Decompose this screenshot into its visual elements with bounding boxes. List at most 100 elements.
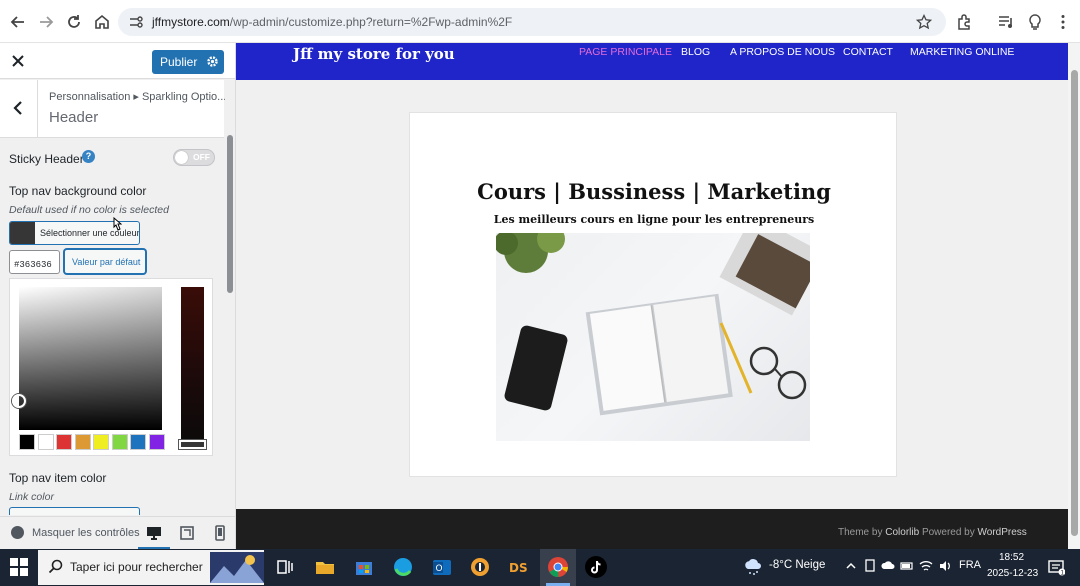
volume-icon[interactable] [938, 559, 952, 573]
toggle-knob [175, 151, 188, 164]
close-icon[interactable] [10, 53, 26, 69]
palette-swatch[interactable] [130, 434, 146, 450]
nav-a-propos[interactable]: A PROPOS DE NOUS [730, 46, 835, 58]
palette-swatch[interactable] [19, 434, 35, 450]
panel-scroll-thumb[interactable] [227, 135, 233, 293]
weather-text[interactable]: -8°C Neige [769, 559, 825, 571]
search-highlight-image-icon [210, 552, 264, 583]
site-footer: Theme by Colorlib Powered by WordPress [236, 509, 1068, 549]
nav-blog[interactable]: BLOG [681, 46, 710, 58]
url-path: /wp-admin/customize.php?return=%2Fwp-adm… [229, 15, 513, 29]
customizer-panel: Publier Personnalisation ▸ Sparkling Opt… [0, 43, 236, 549]
nav-marketing-online[interactable]: MARKETING ONLINE [910, 46, 1014, 58]
default-color-button[interactable]: Valeur par défaut [64, 249, 146, 274]
tiktok-icon[interactable] [584, 555, 608, 579]
microsoft-store-icon[interactable] [352, 555, 376, 579]
ds-app-icon[interactable]: DS [507, 555, 531, 579]
footer-credit: Theme by Colorlib Powered by WordPress [838, 527, 1027, 538]
vpn-app-icon[interactable] [468, 555, 492, 579]
sticky-header-toggle[interactable]: OFF [173, 149, 215, 166]
footer-wordpress-link[interactable]: WordPress [978, 527, 1027, 538]
clock-date[interactable]: 2025-12-23 [987, 568, 1038, 579]
hero-title: Cours | Bussiness | Marketing [477, 179, 831, 204]
collapse-icon[interactable] [11, 526, 24, 539]
cloud-sync-icon[interactable] [881, 559, 895, 573]
toggle-state-text: OFF [193, 152, 210, 162]
bookmark-star-icon[interactable] [916, 14, 932, 30]
content-card: Cours | Bussiness | Marketing Les meille… [409, 112, 897, 477]
collapse-controls-label[interactable]: Masquer les contrôles [32, 527, 140, 539]
clock-time[interactable]: 18:52 [999, 552, 1024, 563]
url-text: jffmystore.com/wp-admin/customize.php?re… [152, 15, 512, 29]
palette-swatch[interactable] [148, 434, 165, 450]
battery-icon[interactable] [900, 559, 914, 573]
footer-colorlib-link[interactable]: Colorlib [885, 527, 919, 538]
publish-button[interactable]: Publier [152, 50, 224, 74]
back-arrow-icon[interactable] [8, 12, 28, 32]
svg-text:1: 1 [1060, 569, 1064, 576]
palette-swatch[interactable] [37, 434, 54, 450]
device-tray-icon[interactable] [863, 559, 877, 573]
color-picker [9, 278, 213, 456]
task-view-icon[interactable] [273, 555, 297, 579]
reload-icon[interactable] [64, 12, 84, 32]
lightbulb-icon[interactable] [1025, 12, 1045, 32]
customizer-footer: Masquer les contrôles [0, 516, 235, 549]
hue-handle[interactable] [179, 440, 206, 449]
mobile-preview-icon[interactable] [212, 525, 228, 541]
palette-swatch[interactable] [74, 434, 91, 450]
site-header: Jff my store for you PAGE PRINCIPALE BLO… [236, 43, 1068, 80]
site-preview: Jff my store for you PAGE PRINCIPALE BLO… [236, 43, 1068, 549]
home-icon[interactable] [92, 12, 112, 32]
palette-swatch[interactable] [93, 434, 109, 450]
tablet-preview-icon[interactable] [179, 525, 195, 541]
top-nav-item-description: Link color [9, 491, 54, 503]
media-controls-icon[interactable] [996, 12, 1016, 32]
forward-arrow-icon[interactable] [36, 12, 56, 32]
back-button[interactable] [0, 80, 38, 138]
footer-middle: Powered by [921, 527, 975, 538]
customizer-header: Publier [0, 43, 235, 79]
language-indicator[interactable]: FRA [959, 559, 981, 571]
wifi-icon[interactable] [919, 559, 933, 573]
site-info-icon[interactable] [128, 15, 144, 29]
file-explorer-icon[interactable] [313, 555, 337, 579]
footer-prefix: Theme by [838, 527, 883, 538]
edge-browser-icon[interactable] [391, 555, 415, 579]
svg-text:DS: DS [509, 561, 528, 575]
select-color-label: Sélectionner une couleur [40, 228, 140, 238]
hero-image [496, 233, 810, 441]
gear-icon[interactable] [206, 55, 219, 68]
hero-subtitle: Les meilleurs cours en ligne pour les en… [493, 213, 815, 226]
nav-contact[interactable]: CONTACT [843, 46, 893, 58]
url-host: jffmystore.com [152, 15, 230, 29]
notification-icon[interactable]: 1 [1047, 558, 1065, 576]
extensions-icon[interactable] [955, 12, 975, 32]
search-placeholder: Taper ici pour rechercher [70, 560, 203, 574]
saturation-value-square[interactable] [19, 287, 162, 430]
outlook-icon[interactable]: O [430, 555, 454, 579]
browser-toolbar: jffmystore.com/wp-admin/customize.php?re… [0, 0, 1080, 43]
taskbar-search-box[interactable]: Taper ici pour rechercher [38, 550, 264, 585]
mouse-cursor-icon [110, 217, 122, 233]
chrome-icon[interactable] [546, 555, 570, 579]
help-icon[interactable]: ? [82, 150, 95, 163]
windows-start-icon[interactable] [10, 558, 28, 576]
more-menu-icon[interactable] [1053, 12, 1073, 32]
palette-swatch[interactable] [56, 434, 72, 450]
link-color-button[interactable] [9, 507, 140, 515]
section-header: Personnalisation ▸ Sparkling Optio... He… [0, 80, 226, 138]
saturation-handle[interactable] [12, 394, 26, 408]
palette-swatch[interactable] [111, 434, 128, 450]
weather-snow-icon[interactable] [743, 557, 763, 577]
top-nav-bg-label: Top nav background color [9, 184, 147, 198]
page-scroll-thumb[interactable] [1071, 70, 1078, 536]
desktop-preview-icon[interactable] [146, 525, 162, 541]
chevron-up-icon[interactable] [844, 559, 858, 573]
hue-slider[interactable] [181, 287, 204, 450]
sticky-header-label: Sticky Header [9, 152, 84, 166]
section-title: Header [49, 109, 99, 126]
hex-color-input[interactable] [9, 250, 60, 274]
site-brand[interactable]: Jff my store for you [293, 45, 455, 63]
nav-page-principale[interactable]: PAGE PRINCIPALE [579, 46, 672, 58]
